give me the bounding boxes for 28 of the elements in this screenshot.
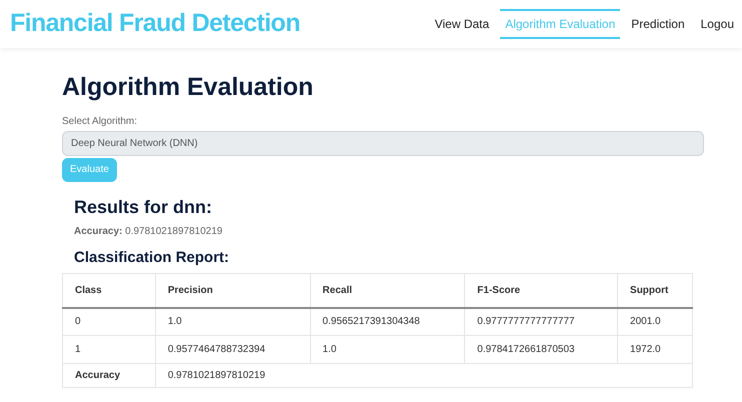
table-cell: 2001.0 bbox=[618, 308, 692, 336]
table-cell: 0 bbox=[62, 308, 156, 336]
column-header: Class bbox=[62, 274, 156, 308]
report-heading: Classification Report: bbox=[73, 248, 230, 268]
algorithm-select[interactable]: Deep Neural Network (DNN) bbox=[62, 131, 704, 156]
table-cell: 1972.0 bbox=[618, 336, 692, 364]
table-cell: 0.9777777777777777 bbox=[464, 308, 618, 336]
results-heading: Results for dnn: bbox=[74, 196, 213, 218]
field-label: Select Algorithm: bbox=[62, 115, 138, 129]
site-title: Financial Fraud Detection bbox=[10, 8, 300, 40]
accuracy-value: 0.9781021897810219 bbox=[125, 226, 222, 236]
table-cell: Accuracy bbox=[62, 364, 156, 388]
table-cell: 1 bbox=[62, 336, 156, 364]
column-header: Precision bbox=[155, 274, 310, 308]
table-cell: 1.0 bbox=[310, 336, 465, 364]
table-cell: 0.9781021897810219 bbox=[155, 364, 692, 388]
column-header: Recall bbox=[310, 274, 465, 308]
nav-link[interactable]: Prediction bbox=[626, 9, 690, 39]
column-header: Support bbox=[618, 274, 692, 308]
table-cell: 0.9565217391304348 bbox=[310, 308, 465, 336]
table-cell: 1.0 bbox=[155, 308, 310, 336]
table-cell: 0.9577464788732394 bbox=[155, 336, 310, 364]
accuracy-label: Accuracy: bbox=[74, 226, 122, 236]
column-header: F1-Score bbox=[464, 274, 618, 308]
nav-link[interactable]: View Data bbox=[430, 9, 494, 39]
page-heading: Algorithm Evaluation bbox=[62, 72, 314, 102]
nav-link[interactable]: Logou bbox=[696, 9, 739, 39]
table-cell: 0.9784172661870503 bbox=[464, 336, 618, 364]
